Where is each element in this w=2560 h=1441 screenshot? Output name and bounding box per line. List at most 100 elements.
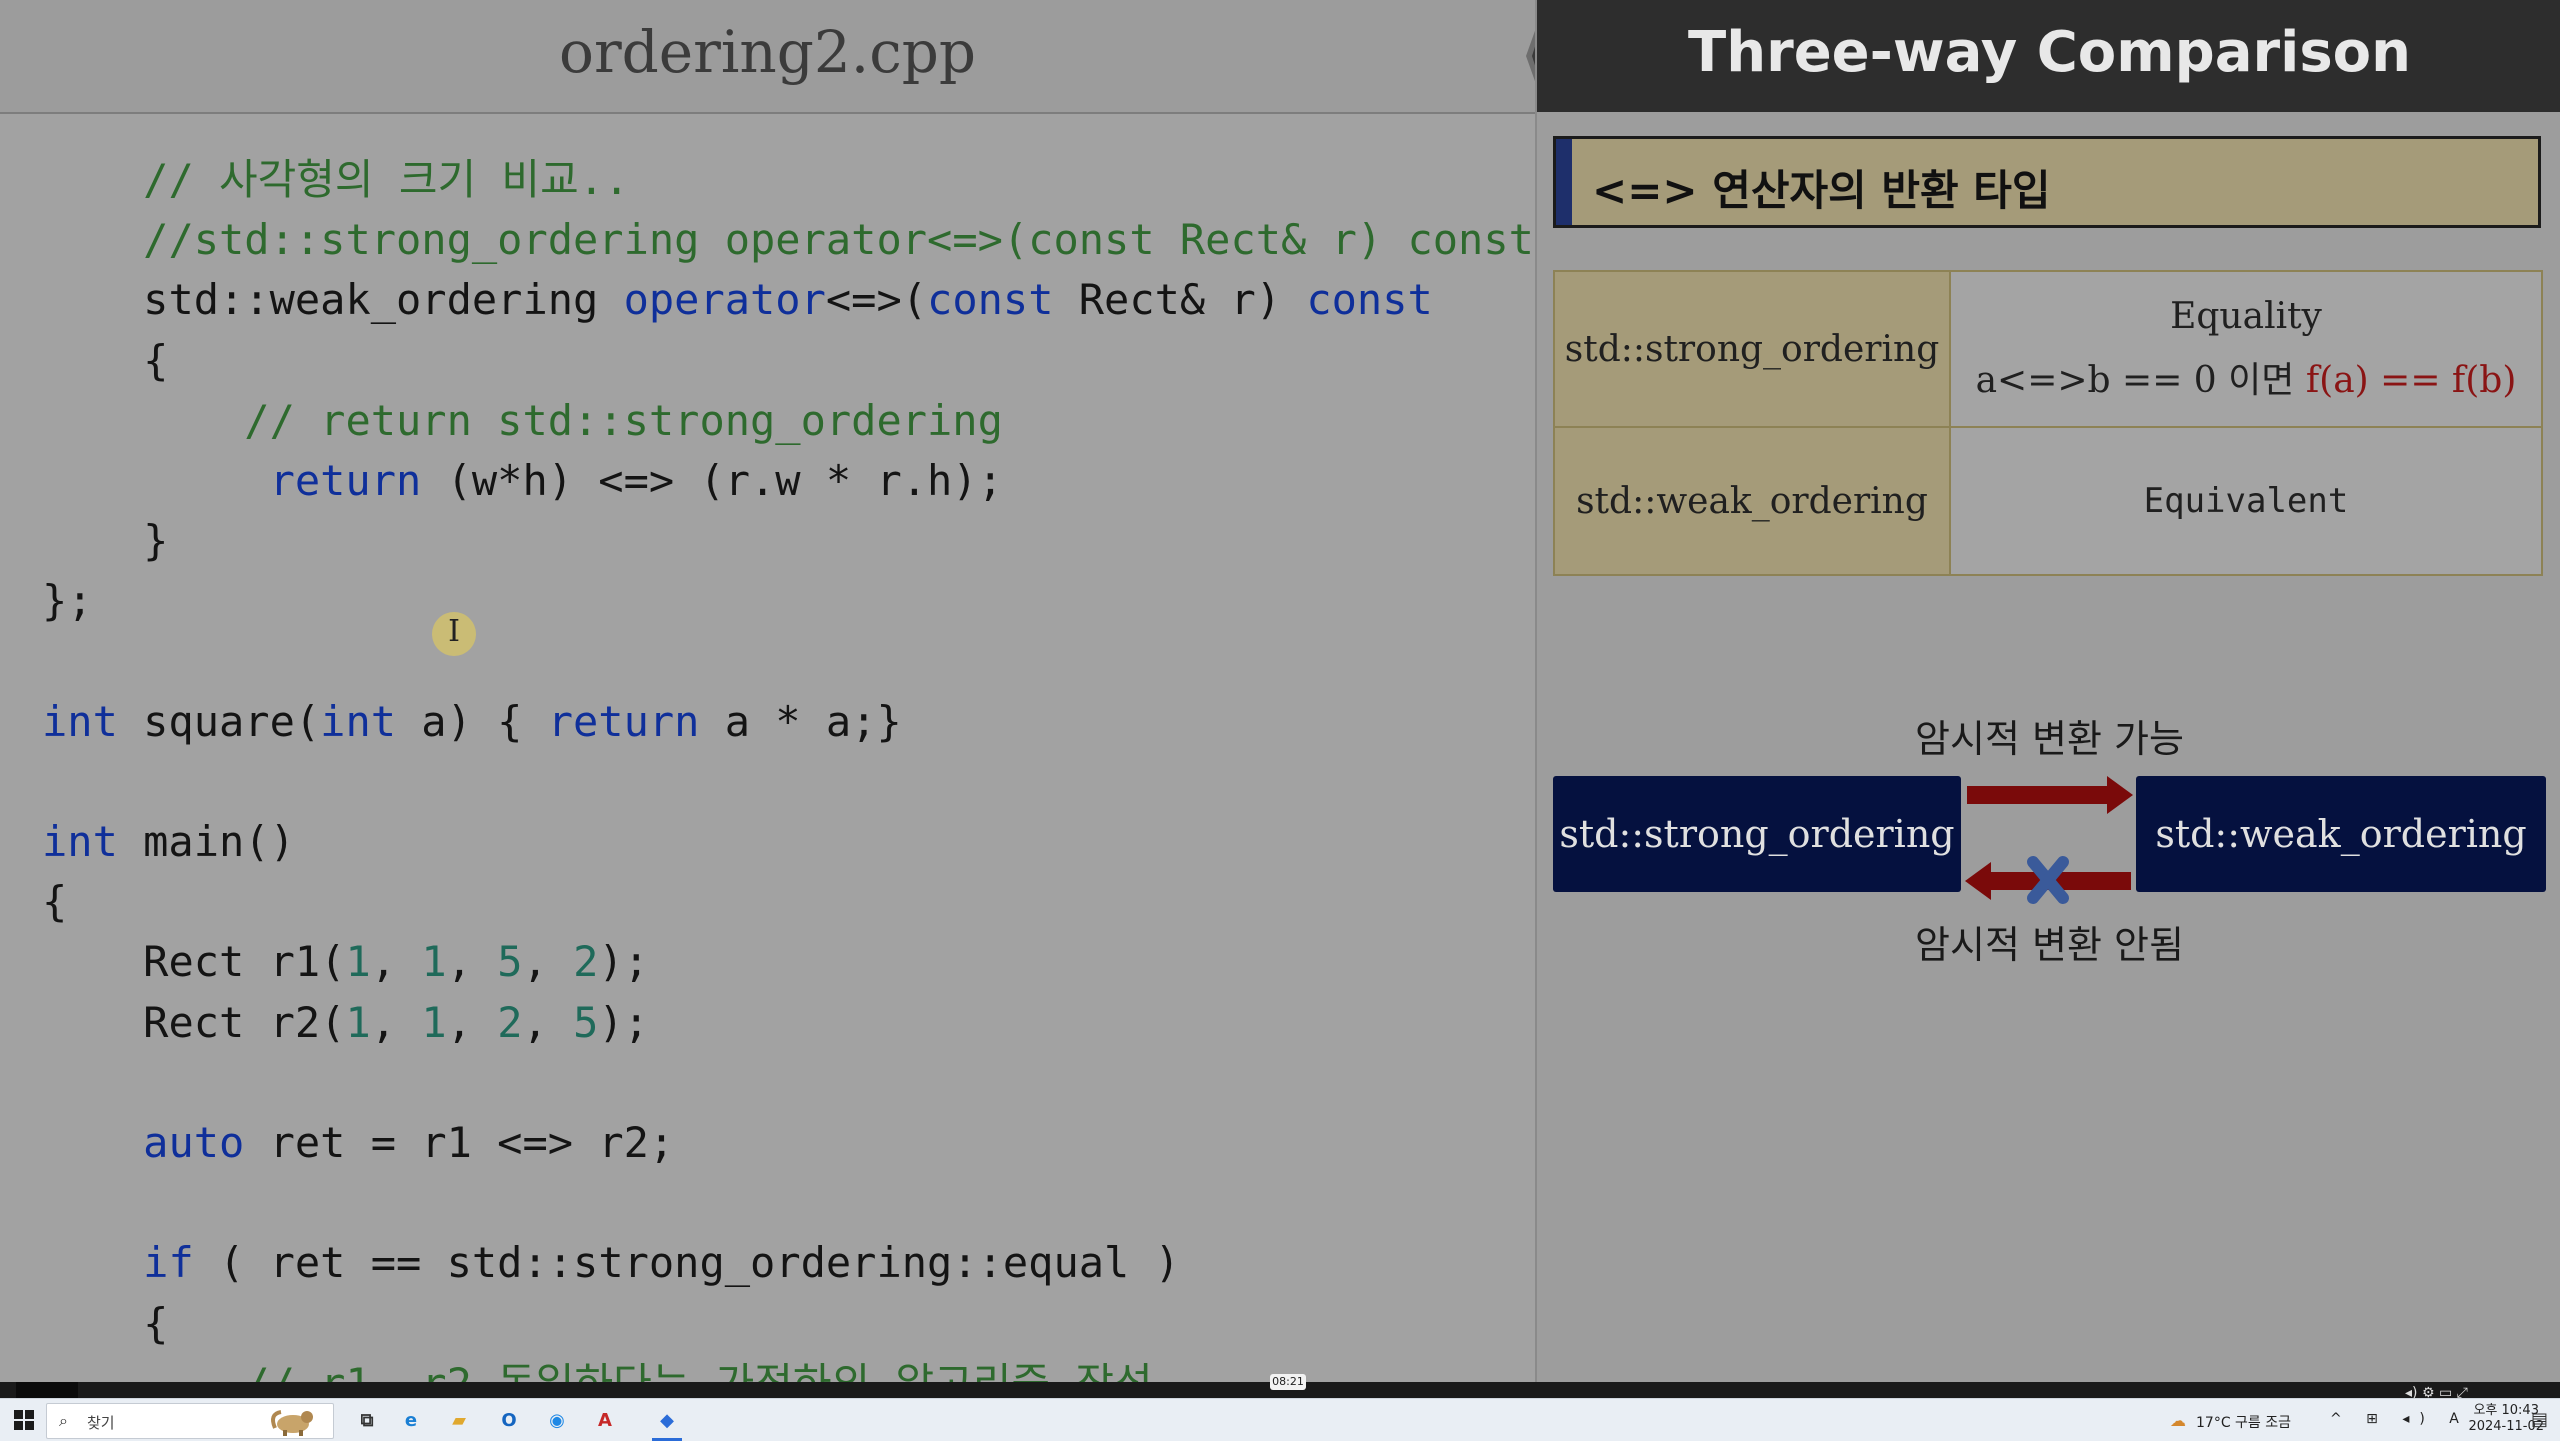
code-text: main() [117, 817, 295, 867]
code-text: a * a;} [699, 696, 902, 746]
code-line: } [42, 511, 1534, 571]
code-area[interactable]: // 사각형의 크기 비교.. //std::strong_ordering o… [42, 150, 1534, 1414]
code-text: , [522, 937, 574, 987]
code-line: // return std::strong_ordering [42, 391, 1534, 451]
equivalent-cell: Equivalent [1949, 426, 2543, 576]
code-text: std::weak_ordering [143, 275, 624, 325]
code-number: 1 [421, 937, 447, 987]
conversion-denied-label: 암시적 변환 안됨 [1915, 923, 2184, 967]
code-keyword: const [927, 275, 1054, 325]
code-line: Rect r1(1, 1, 5, 2); [42, 932, 1534, 992]
code-line: //std::strong_ordering operator<=>(const… [42, 210, 1534, 270]
file-title: ordering2.cpp [559, 18, 976, 86]
code-line: return (w*h) <=> (r.w * r.h); [42, 451, 1534, 511]
taskbar-search-input[interactable]: ⌕ 찾기 [46, 1403, 334, 1439]
strong-ordering-cell: std::strong_ordering [1553, 270, 1951, 428]
code-text: { [42, 877, 68, 927]
weather-text[interactable]: 17°C 구름 조금 [2196, 1412, 2291, 1432]
code-text: } [143, 516, 169, 566]
code-text: }; [42, 576, 93, 626]
code-number: 1 [345, 937, 371, 987]
code-line: }; [42, 571, 1534, 631]
code-line: // 사각형의 크기 비교.. [42, 150, 1534, 210]
code-text: square( [117, 696, 321, 746]
equality-expression-result: f(a) == f(b) [2305, 359, 2517, 401]
search-icon: ⌕ [59, 1411, 68, 1430]
file-explorer-icon[interactable]: ▰ [444, 1405, 474, 1435]
slide-header: Three-way Comparison [1537, 0, 2560, 112]
code-text: (w*h) <=> (r.w * r.h); [421, 455, 1003, 505]
conversion-allowed-label: 암시적 변환 가능 [1915, 717, 2184, 761]
play-button[interactable] [16, 1382, 78, 1398]
code-text: Rect r2( [143, 997, 346, 1047]
code-text: <=>( [825, 275, 928, 325]
file-header: ordering2.cpp [0, 0, 1535, 114]
app-active-icon[interactable]: ◆ [652, 1405, 682, 1435]
equality-cell: Equality a<=>b == 0 이면 f(a) == f(b) [1949, 270, 2543, 428]
section-accent-bar [1556, 139, 1572, 225]
taskbar: ⌕ 찾기 ⧉ e ▰ O ◉ A ◆ ☁ 17°C 구름 조금 ^ ⊞ ◂) A 오후 10… [0, 1398, 2560, 1441]
video-time-tooltip: 08:21 [1270, 1374, 1306, 1390]
code-keyword: if [143, 1238, 194, 1288]
table-row: std::strong_ordering Equality a<=>b == 0… [1553, 270, 2543, 428]
outlook-icon[interactable]: O [494, 1405, 524, 1435]
code-editor-pane: ordering2.cpp // 사각형의 크기 비교.. //std::str… [0, 0, 1535, 1408]
notification-icon[interactable]: ▤ [2531, 1409, 2548, 1430]
text-cursor-glyph: I [448, 614, 460, 649]
code-line: { [42, 872, 1534, 932]
tray-icons[interactable]: ^ ⊞ ◂) A [2330, 1411, 2469, 1427]
table-row: std::weak_ordering Equivalent [1553, 426, 2543, 576]
code-line: auto ret = r1 <=> r2; [42, 1113, 1534, 1173]
code-line: int square(int a) { return a * a;} [42, 692, 1534, 752]
code-text: a) { [396, 696, 548, 746]
code-text: ); [598, 997, 649, 1047]
code-text: { [143, 1298, 169, 1348]
code-text: Rect& r) [1053, 275, 1307, 325]
system-tray: ☁ 17°C 구름 조금 ^ ⊞ ◂) A 오후 10:43 2024-11-0… [2170, 1403, 2544, 1437]
code-line: std::weak_ordering operator<=>(const Rec… [42, 270, 1534, 330]
search-placeholder: 찾기 [87, 1414, 115, 1432]
code-number: 5 [497, 937, 523, 987]
code-text: , [522, 997, 574, 1047]
acrobat-icon[interactable]: A [590, 1405, 620, 1435]
code-number: 5 [573, 997, 599, 1047]
code-line: if ( ret == std::strong_ordering::equal … [42, 1233, 1534, 1293]
weak-ordering-box: std::weak_ordering [2136, 776, 2546, 892]
right-arrow-icon [1967, 776, 2133, 814]
code-keyword: operator [623, 275, 826, 325]
code-text: , [446, 997, 498, 1047]
windows-start-icon[interactable] [14, 1410, 34, 1430]
code-text: Rect r1( [143, 937, 346, 987]
equality-expression-prefix: a<=>b == 0 이면 [1975, 359, 2306, 401]
code-keyword: return [269, 455, 422, 505]
code-line: int main() [42, 812, 1534, 872]
edge-icon[interactable]: e [396, 1405, 426, 1435]
code-keyword: int [42, 696, 118, 746]
code-line: Rect r2(1, 1, 2, 5); [42, 993, 1534, 1053]
code-text: ( ret == std::strong_ordering::equal ) [193, 1238, 1180, 1288]
code-number: 1 [421, 997, 447, 1047]
weather-icon[interactable]: ☁ [2170, 1411, 2186, 1430]
code-line: { [42, 331, 1534, 391]
section-heading: <=> 연산자의 반환 타입 [1592, 166, 2051, 215]
code-text: { [143, 335, 169, 385]
strong-ordering-box: std::strong_ordering [1553, 776, 1961, 892]
task-view-icon[interactable]: ⧉ [352, 1405, 382, 1435]
code-text: ret = r1 <=> r2; [244, 1118, 675, 1167]
conversion-arrows [1965, 776, 2133, 904]
app-blue-icon[interactable]: ◉ [542, 1405, 572, 1435]
code-keyword: int [42, 817, 118, 867]
code-text: , [370, 997, 422, 1047]
ordering-table: std::strong_ordering Equality a<=>b == 0… [1553, 270, 2543, 576]
